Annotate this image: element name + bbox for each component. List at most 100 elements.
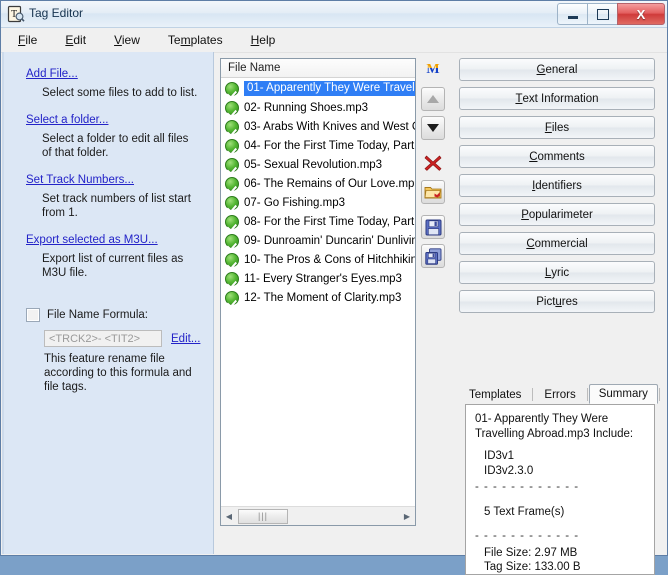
select-folder-link[interactable]: Select a folder... bbox=[26, 114, 201, 126]
file-list-item[interactable]: 04- For the First Time Today, Part 2.mp3 bbox=[221, 136, 415, 155]
scrollbar-thumb[interactable]: ||| bbox=[238, 509, 288, 524]
file-list-item[interactable]: 08- For the First Time Today, Part 1.mp3 bbox=[221, 212, 415, 231]
green-check-icon[interactable] bbox=[225, 291, 239, 305]
task-set-track-numbers: Set Track Numbers... Set track numbers o… bbox=[26, 174, 201, 220]
file-list-item-label: 02- Running Shoes.mp3 bbox=[244, 102, 368, 114]
menu-item-templates[interactable]: Templates bbox=[165, 31, 226, 49]
file-name-formula-desc: This feature rename file according to th… bbox=[44, 352, 201, 394]
menu-item-edit[interactable]: Edit bbox=[62, 31, 89, 49]
file-list-item-label: 07- Go Fishing.mp3 bbox=[244, 197, 345, 209]
file-list[interactable]: File Name 01- Apparently They Were Trave… bbox=[220, 58, 416, 526]
summary-panel: 01- Apparently They Were Travelling Abro… bbox=[465, 404, 655, 575]
file-list-item-label: 03- Arabs With Knives and West German Sk… bbox=[244, 121, 415, 133]
green-check-icon[interactable] bbox=[225, 215, 239, 229]
green-check-icon[interactable] bbox=[225, 101, 239, 115]
remove-folder-button[interactable] bbox=[421, 180, 445, 204]
task-add-file: Add File... Select some files to add to … bbox=[26, 68, 201, 100]
tag-editor-icon: T bbox=[7, 5, 25, 23]
move-down-button[interactable] bbox=[421, 116, 445, 140]
file-list-item[interactable]: 02- Running Shoes.mp3 bbox=[221, 98, 415, 117]
green-check-icon[interactable] bbox=[225, 82, 239, 96]
scroll-right-arrow-icon[interactable]: ▶ bbox=[399, 508, 415, 525]
file-list-item[interactable]: 06- The Remains of Our Love.mp3 bbox=[221, 174, 415, 193]
file-list-column-header[interactable]: File Name bbox=[221, 59, 415, 78]
arrow-up-icon bbox=[427, 95, 439, 103]
scroll-left-arrow-icon[interactable]: ◀ bbox=[221, 508, 237, 525]
tab-separator bbox=[587, 388, 588, 401]
save-all-button[interactable] bbox=[421, 244, 445, 268]
tab-separator bbox=[659, 388, 660, 401]
file-list-item[interactable]: 10- The Pros & Cons of Hitchhiking.mp3 bbox=[221, 250, 415, 269]
menu-item-view[interactable]: View bbox=[111, 31, 143, 49]
green-check-icon[interactable] bbox=[225, 196, 239, 210]
move-up-button[interactable] bbox=[421, 87, 445, 111]
save-button[interactable] bbox=[421, 215, 445, 239]
left-task-panel: Add File... Select some files to add to … bbox=[2, 52, 214, 554]
green-check-icon[interactable] bbox=[225, 177, 239, 191]
menu-item-file[interactable]: File bbox=[15, 31, 40, 49]
summary-tag-size: Tag Size: 133.00 B bbox=[475, 560, 645, 575]
red-x-icon bbox=[423, 153, 443, 173]
file-list-item[interactable]: 09- Dunroamin' Duncarin' Dunlivin'.mp3 bbox=[221, 231, 415, 250]
green-check-icon[interactable] bbox=[225, 120, 239, 134]
remove-file-button[interactable] bbox=[421, 151, 445, 175]
pictures-button[interactable]: Pictures bbox=[459, 290, 655, 313]
task-export-m3u: Export selected as M3U... Export list of… bbox=[26, 234, 201, 280]
popularimeter-button[interactable]: Popularimeter bbox=[459, 203, 655, 226]
general-button[interactable]: General bbox=[459, 58, 655, 81]
summary-file-size: File Size: 2.97 MB bbox=[475, 546, 645, 561]
folder-remove-icon bbox=[424, 184, 442, 200]
m3u-icon[interactable]: M bbox=[421, 58, 445, 82]
edit-formula-link[interactable]: Edit... bbox=[171, 333, 200, 345]
file-list-item-label: 04- For the First Time Today, Part 2.mp3 bbox=[244, 140, 415, 152]
summary-heading: 01- Apparently They Were Travelling Abro… bbox=[475, 412, 645, 441]
title-bar: T Tag Editor X bbox=[1, 1, 667, 28]
window-title: Tag Editor bbox=[29, 6, 83, 20]
commercial-button[interactable]: Commercial bbox=[459, 232, 655, 255]
file-list-item[interactable]: 05- Sexual Revolution.mp3 bbox=[221, 155, 415, 174]
add-file-link[interactable]: Add File... bbox=[26, 68, 201, 80]
file-list-item[interactable]: 11- Every Stranger's Eyes.mp3 bbox=[221, 269, 415, 288]
tab-templates[interactable]: Templates bbox=[459, 386, 531, 404]
set-track-numbers-link[interactable]: Set Track Numbers... bbox=[26, 174, 201, 186]
lyric-button[interactable]: Lyric bbox=[459, 261, 655, 284]
close-button[interactable]: X bbox=[617, 3, 665, 25]
floppy-save-icon bbox=[425, 219, 442, 236]
green-check-icon[interactable] bbox=[225, 234, 239, 248]
minimize-button[interactable] bbox=[557, 3, 587, 25]
text-information-button[interactable]: Text Information bbox=[459, 87, 655, 110]
export-m3u-link[interactable]: Export selected as M3U... bbox=[26, 234, 201, 246]
file-list-item-label: 09- Dunroamin' Duncarin' Dunlivin'.mp3 bbox=[244, 235, 415, 247]
tool-column: M bbox=[419, 58, 451, 273]
tab-separator bbox=[532, 388, 533, 401]
tab-summary[interactable]: Summary bbox=[589, 384, 658, 404]
close-icon: X bbox=[637, 8, 646, 21]
file-list-item[interactable]: 01- Apparently They Were Travelling Abro… bbox=[221, 79, 415, 98]
green-check-icon[interactable] bbox=[225, 139, 239, 153]
file-list-item-label: 12- The Moment of Clarity.mp3 bbox=[244, 292, 401, 304]
file-list-item-label: 01- Apparently They Were Travelling Abro… bbox=[244, 81, 415, 96]
scrollbar-track[interactable] bbox=[288, 508, 399, 525]
task-select-folder: Select a folder... Select a folder to ed… bbox=[26, 114, 201, 160]
file-name-formula-row: File Name Formula: bbox=[26, 308, 201, 322]
bottom-tab-strip: Templates Errors Summary bbox=[459, 383, 661, 404]
maximize-button[interactable] bbox=[587, 3, 617, 25]
green-check-icon[interactable] bbox=[225, 253, 239, 267]
summary-divider-2: - - - - - - - - - - - - bbox=[475, 529, 645, 544]
files-button[interactable]: Files bbox=[459, 116, 655, 139]
green-check-icon[interactable] bbox=[225, 158, 239, 172]
add-file-desc: Select some files to add to list. bbox=[42, 86, 201, 100]
file-list-item[interactable]: 12- The Moment of Clarity.mp3 bbox=[221, 288, 415, 307]
comments-button[interactable]: Comments bbox=[459, 145, 655, 168]
green-check-icon[interactable] bbox=[225, 272, 239, 286]
file-list-horizontal-scrollbar[interactable]: ◀ ||| ▶ bbox=[221, 506, 415, 525]
file-name-formula-checkbox[interactable] bbox=[26, 308, 40, 322]
menu-item-help[interactable]: Help bbox=[248, 31, 279, 49]
file-list-item[interactable]: 03- Arabs With Knives and West German Sk… bbox=[221, 117, 415, 136]
file-name-formula-input[interactable]: <TRCK2>- <TIT2> bbox=[44, 330, 162, 347]
summary-divider-1: - - - - - - - - - - - - bbox=[475, 480, 645, 495]
select-folder-desc: Select a folder to edit all files of tha… bbox=[42, 132, 201, 160]
tab-errors[interactable]: Errors bbox=[534, 386, 585, 404]
file-list-item[interactable]: 07- Go Fishing.mp3 bbox=[221, 193, 415, 212]
identifiers-button[interactable]: Identifiers bbox=[459, 174, 655, 197]
